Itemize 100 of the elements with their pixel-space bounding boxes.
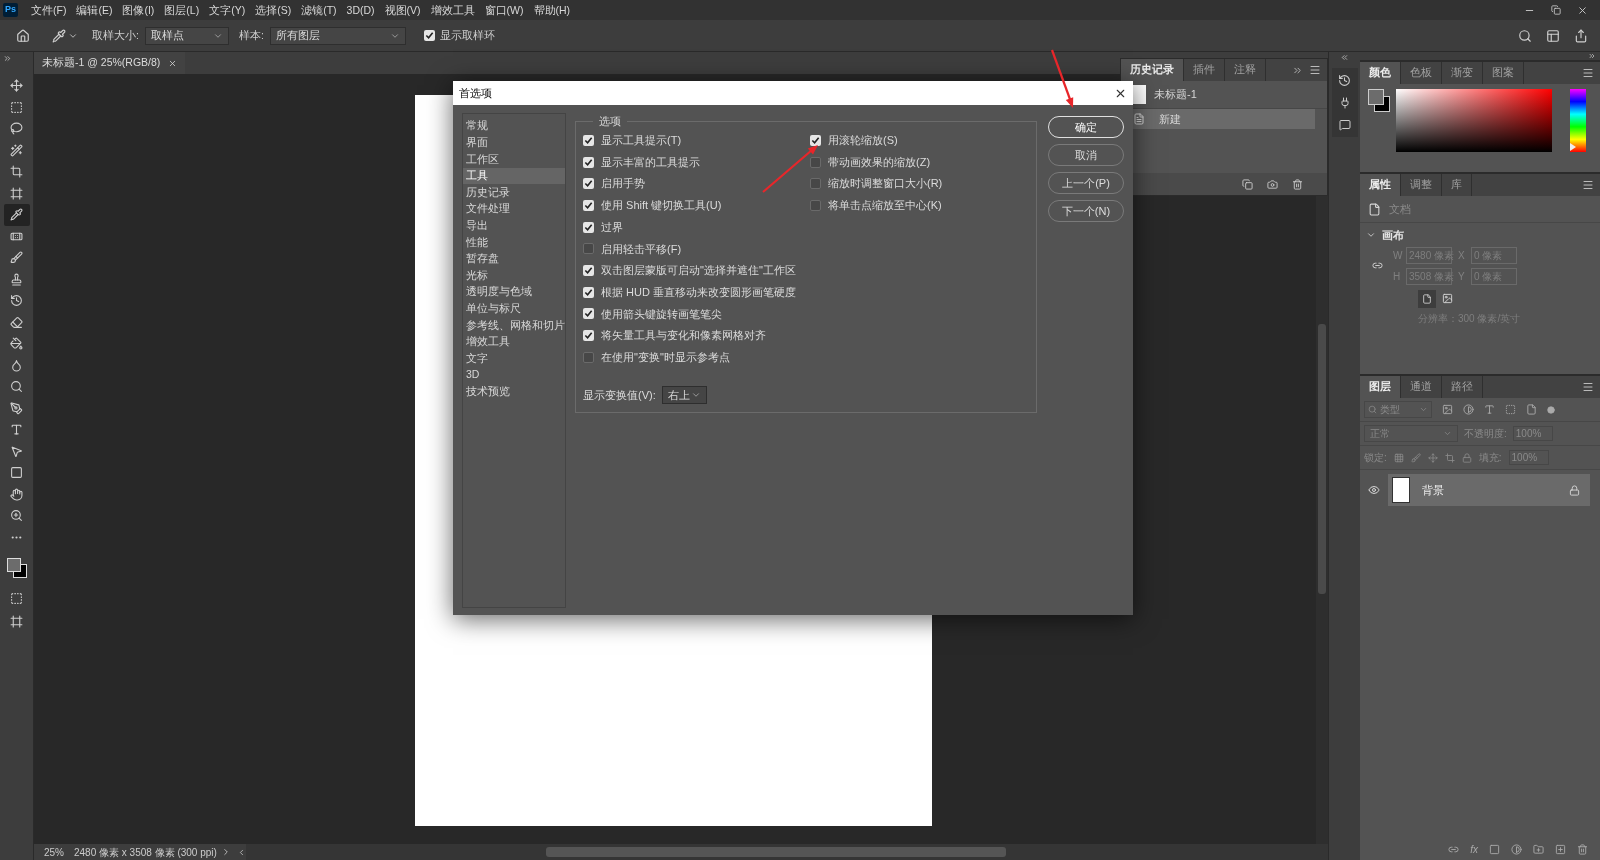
scrollbar-thumb[interactable] — [1318, 324, 1326, 594]
category-item[interactable]: 工具 — [463, 167, 565, 185]
panel-menu-icon[interactable] — [1582, 179, 1594, 191]
menu-item[interactable]: 窗口(W) — [479, 0, 529, 20]
menu-item[interactable]: 视图(V) — [379, 0, 426, 20]
new-layer-icon[interactable] — [1555, 843, 1566, 855]
checkbox[interactable] — [583, 286, 594, 298]
menu-item[interactable]: 3D(D) — [341, 0, 380, 20]
color-field[interactable] — [1396, 89, 1552, 152]
workspace-icon[interactable] — [1546, 28, 1560, 43]
category-item[interactable]: 光标 — [463, 267, 565, 284]
category-item[interactable]: 性能 — [463, 234, 565, 251]
home-icon[interactable] — [16, 28, 30, 43]
landscape-icon[interactable] — [1442, 292, 1453, 304]
category-item[interactable]: 常规 — [463, 118, 565, 135]
checkbox[interactable] — [583, 264, 594, 276]
eye-icon[interactable] — [1368, 484, 1380, 496]
checkbox[interactable] — [810, 199, 821, 211]
panel-tab[interactable]: 历史记录 — [1121, 59, 1184, 81]
layer-row[interactable]: 背景 — [1388, 474, 1590, 506]
menu-item[interactable]: 文字(Y) — [204, 0, 251, 20]
plugin-icon[interactable] — [1338, 97, 1351, 109]
panel-tab[interactable]: 颜色 — [1360, 62, 1401, 84]
checkbox[interactable] — [583, 221, 594, 233]
checkbox[interactable] — [583, 134, 594, 146]
panel-menu-icon[interactable] — [1582, 67, 1594, 79]
panel-menu-icon[interactable] — [1309, 64, 1321, 76]
comment-icon[interactable] — [1338, 119, 1351, 131]
adjustment-filter-icon[interactable] — [1463, 404, 1474, 415]
folder-icon[interactable] — [1533, 843, 1544, 855]
menu-item[interactable]: 图层(L) — [159, 0, 205, 20]
quick-mask-icon[interactable] — [10, 592, 23, 605]
category-item[interactable]: 界面 — [463, 134, 565, 152]
checkbox[interactable] — [583, 199, 594, 211]
search-icon[interactable] — [1518, 28, 1532, 43]
checkbox[interactable] — [583, 156, 594, 168]
sample-size-dropdown[interactable]: 取样点 — [144, 26, 229, 45]
history-icon[interactable] — [1338, 74, 1351, 87]
portrait-button[interactable] — [1418, 289, 1436, 308]
document-tab[interactable]: 未标题-1 @ 25%(RGB/8) — [34, 52, 186, 74]
category-item[interactable]: 增效工具 — [463, 333, 565, 351]
checkbox[interactable] — [423, 30, 435, 41]
close-icon[interactable] — [1577, 4, 1588, 16]
category-item[interactable]: 单位与标尺 — [463, 300, 565, 318]
menu-item[interactable]: 图像(I) — [117, 0, 160, 20]
smart-object-filter-icon[interactable] — [1526, 404, 1537, 415]
category-item[interactable]: 文字 — [463, 350, 565, 367]
tool-button[interactable] — [3, 204, 30, 226]
category-item[interactable]: 参考线、网格和切片 — [463, 317, 565, 334]
panel-menu-icon[interactable] — [1582, 381, 1594, 393]
filter-toggle-icon[interactable] — [1547, 405, 1555, 414]
screen-mode-icon[interactable] — [10, 615, 23, 628]
collapse-icon[interactable] — [1340, 53, 1349, 62]
checkbox[interactable] — [583, 330, 594, 342]
sample-dropdown[interactable]: 所有图层 — [269, 26, 406, 45]
category-item[interactable]: 暂存盘 — [463, 250, 565, 268]
checkbox[interactable] — [583, 178, 594, 190]
expand-icon[interactable] — [1588, 52, 1596, 60]
menu-item[interactable]: 文件(F) — [26, 0, 72, 20]
scrollbar-thumb[interactable] — [545, 847, 1006, 857]
color-swatches-icon[interactable] — [1368, 89, 1390, 112]
category-item[interactable]: 技术预览 — [463, 383, 565, 401]
checkbox[interactable] — [583, 351, 594, 363]
expand-icon[interactable] — [3, 54, 12, 63]
mask-icon[interactable] — [1489, 843, 1500, 855]
restore-icon[interactable] — [1551, 5, 1561, 15]
snapshot-label[interactable]: 未标题-1 — [1154, 86, 1197, 103]
eyedropper-icon[interactable] — [52, 28, 66, 43]
category-item[interactable]: 文件处理 — [463, 200, 565, 218]
checkbox[interactable] — [810, 178, 821, 190]
menu-item[interactable]: 编辑(E) — [71, 0, 118, 20]
checkbox[interactable] — [583, 243, 594, 255]
checkbox[interactable] — [583, 308, 594, 320]
menu-item[interactable]: 滤镜(T) — [296, 0, 342, 20]
effects-button[interactable]: fx — [1470, 841, 1478, 857]
trash-icon[interactable] — [1292, 178, 1303, 190]
transform-dropdown[interactable]: 右上 — [661, 386, 707, 404]
menu-item[interactable]: 帮助(H) — [528, 0, 576, 20]
image-filter-icon[interactable] — [1442, 404, 1453, 415]
shape-filter-icon[interactable] — [1505, 404, 1516, 415]
category-item[interactable]: 导出 — [463, 217, 565, 235]
link-icon[interactable] — [1372, 260, 1383, 271]
lock-icon[interactable] — [1569, 484, 1580, 496]
checkbox[interactable] — [810, 134, 821, 146]
slider-thumb[interactable] — [1570, 142, 1576, 151]
category-item[interactable]: 3D — [463, 366, 565, 384]
camera-icon[interactable] — [1267, 178, 1278, 190]
category-item[interactable]: 透明度与色域 — [463, 283, 565, 301]
color-swatches-icon[interactable] — [6, 558, 27, 578]
adjustment-icon[interactable] — [1511, 843, 1522, 855]
trash-icon[interactable] — [1577, 843, 1588, 855]
share-icon[interactable] — [1574, 28, 1588, 43]
category-item[interactable]: 工作区 — [463, 151, 565, 168]
menu-item[interactable]: 选择(S) — [250, 0, 297, 20]
hue-slider[interactable] — [1570, 89, 1586, 152]
type-filter-icon[interactable] — [1484, 404, 1495, 415]
panel-tab[interactable]: 属性 — [1360, 174, 1401, 196]
checkbox[interactable] — [810, 156, 821, 168]
category-item[interactable]: 历史记录 — [463, 184, 565, 201]
menu-item[interactable]: 增效工具 — [425, 0, 480, 20]
